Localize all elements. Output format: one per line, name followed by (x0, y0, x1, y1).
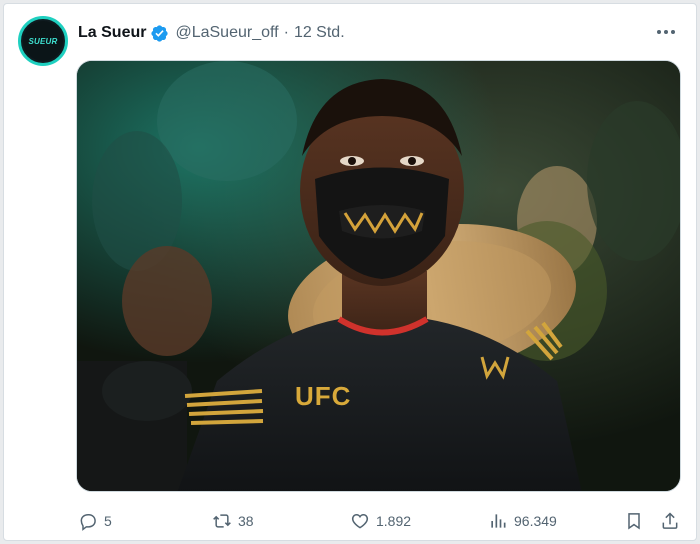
share-button[interactable] (660, 509, 686, 533)
views-icon (491, 514, 506, 528)
like-count: 1.892 (376, 513, 412, 529)
tweet-header: La Sueur @LaSueur_off · 12 Std. (78, 22, 345, 44)
bookmark-button[interactable] (624, 509, 650, 533)
verified-icon (150, 24, 169, 43)
reply-icon (80, 514, 96, 531)
reply-button[interactable]: 5 (78, 509, 112, 533)
like-button[interactable]: 1.892 (350, 509, 411, 533)
bookmark-icon (628, 513, 640, 530)
more-icon[interactable] (654, 22, 678, 42)
views-count: 96.349 (514, 513, 557, 529)
avatar-logo: SUEUR (23, 21, 63, 61)
views-button[interactable]: 96.349 (488, 509, 557, 533)
author-name[interactable]: La Sueur (78, 24, 146, 42)
action-bar: 5 38 1.892 96.349 (76, 509, 686, 533)
timestamp[interactable]: 12 Std. (294, 24, 345, 42)
tweet-image[interactable]: UFC (76, 60, 681, 492)
avatar[interactable]: SUEUR (18, 16, 68, 66)
retweet-button[interactable]: 38 (212, 509, 254, 533)
like-icon (351, 513, 369, 529)
photo-illustration (77, 61, 680, 491)
retweet-count: 38 (238, 513, 254, 529)
share-icon (662, 512, 678, 529)
avatar-text: SUEUR (28, 36, 58, 46)
separator: · (283, 24, 289, 41)
reply-count: 5 (104, 513, 112, 529)
retweet-icon (213, 514, 231, 528)
tweet-card[interactable]: SUEUR La Sueur @LaSueur_off · 12 Std. UF… (3, 3, 697, 541)
author-handle[interactable]: @LaSueur_off (175, 24, 278, 42)
shirt-logo-text: UFC (295, 381, 352, 411)
